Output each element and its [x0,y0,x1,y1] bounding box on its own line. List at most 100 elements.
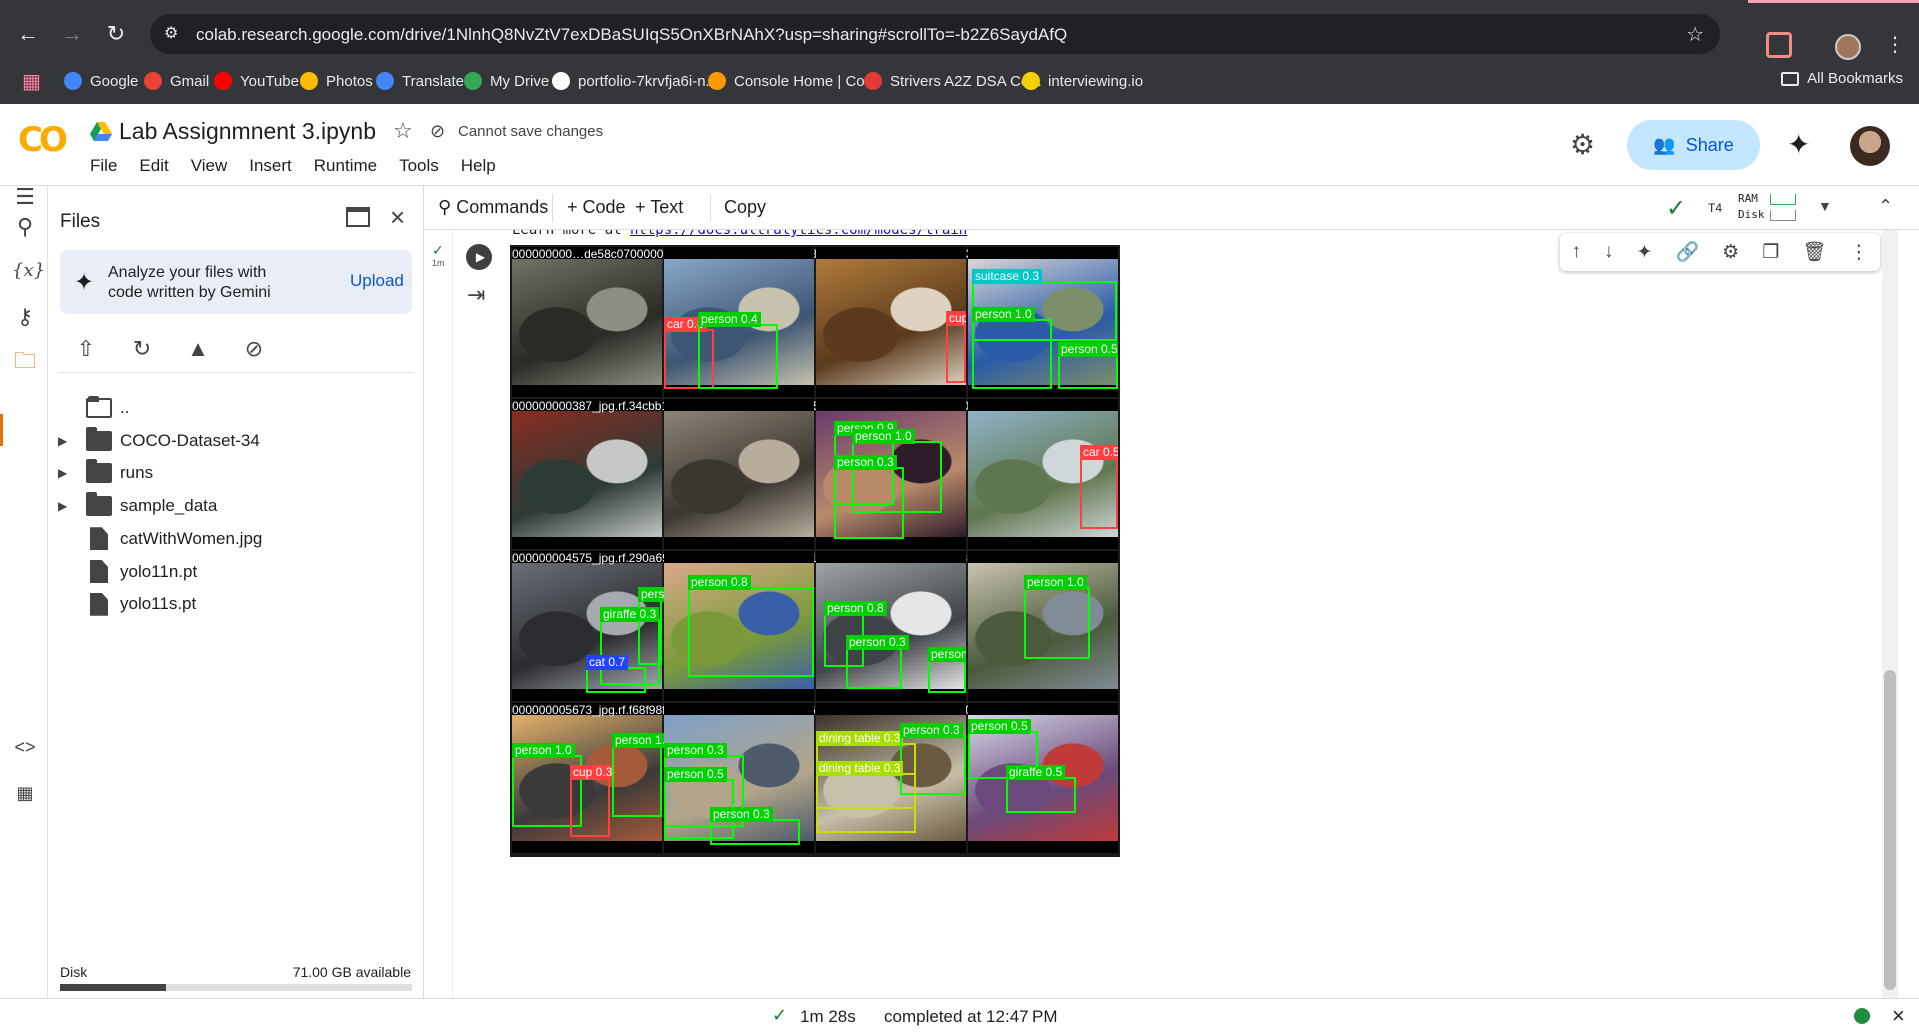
bookmark-star-icon[interactable]: ☆ [1686,22,1704,47]
move-up-icon[interactable]: ↑ [1572,241,1582,263]
variables-icon[interactable]: {x} [12,258,45,284]
cell-settings-icon[interactable]: ⚙ [1722,241,1739,264]
forward-arrow-icon[interactable]: → [56,18,88,50]
files-folder-icon[interactable]: 🗀 [12,348,38,374]
bookmark-9[interactable]: interviewing.io [1022,70,1143,92]
site-info-icon[interactable]: ⚙ [164,23,178,43]
file-tree-item[interactable]: ▶ COCO-Dataset-34 [48,423,424,459]
expand-caret-icon[interactable]: ▶ [58,466,67,480]
expand-caret-icon[interactable]: ▶ [58,434,67,448]
add-code-button[interactable]: + Code [567,197,626,218]
chrome-menu-icon[interactable]: ⋮ [1885,32,1905,57]
close-status-icon[interactable]: × [1892,1003,1905,1029]
bookmark-8[interactable]: Strivers A2Z DSA Co... [864,70,1042,92]
find-replace-icon[interactable]: ⚲ [12,214,38,240]
more-options-icon[interactable]: ⋮ [1849,241,1868,264]
menu-insert[interactable]: Insert [249,156,292,176]
colab-logo[interactable]: CO [18,120,68,160]
back-arrow-icon[interactable]: ← [12,18,44,50]
collapse-header-icon[interactable]: ⌃ [1878,196,1893,217]
commands-button[interactable]: ⚲ Commands [438,197,548,218]
file-tree-item[interactable]: yolo11s.pt [48,586,424,622]
link-icon[interactable]: 🔗 [1675,240,1699,264]
bookmark-5[interactable]: My Drive [464,70,549,92]
notebook-scrollbar[interactable] [1882,230,1898,998]
drive-icon[interactable] [90,122,112,142]
bookmark-3[interactable]: Photos [300,70,373,92]
mosaic-tile: person 0.8 person 0.3 person 0.3 [816,551,966,701]
file-tree-item[interactable]: ▶ runs [48,455,424,491]
bookmark-favicon-icon [708,72,726,90]
user-avatar[interactable] [1850,126,1890,166]
star-notebook-icon[interactable]: ☆ [393,118,413,144]
menu-tools[interactable]: Tools [399,156,439,176]
chrome-profile-avatar[interactable] [1835,34,1861,60]
terminal-icon[interactable]: ▦ [12,780,38,806]
secrets-key-icon[interactable]: ⚷ [12,304,38,330]
settings-gear-icon[interactable]: ⚙ [1570,128,1595,161]
menu-edit[interactable]: Edit [139,156,168,176]
copy-to-drive-button[interactable]: Copy [724,197,766,218]
colab-header: CO Lab Assignmnent 3.ipynb ☆ ⊘ Cannot sa… [0,104,1919,186]
bookmark-6[interactable]: portfolio-7krvfja6i-n... [552,70,718,92]
add-text-button[interactable]: + Text [635,197,683,218]
run-cell-button[interactable]: ▶ [466,244,492,270]
menu-help[interactable]: Help [461,156,496,176]
expand-caret-icon[interactable]: ▶ [58,499,67,513]
menu-file[interactable]: File [90,156,117,176]
bookmark-favicon-icon [552,72,570,90]
file-icon [90,527,108,551]
detection-label: person 1.0 [972,307,1035,322]
address-bar[interactable]: ⚙ colab.research.google.com/drive/1NlnhQ… [150,14,1720,54]
disk-label: Disk [60,964,88,980]
file-tree-item[interactable]: .. [48,390,424,426]
file-tree-item[interactable]: ▶ sample_data [48,488,424,524]
upload-file-icon[interactable]: ⇧ [72,336,100,362]
bookmark-1[interactable]: Gmail [144,70,209,92]
bookmark-4[interactable]: Translate [376,70,464,92]
file-tree-item[interactable]: catWithWomen.jpg [48,521,424,557]
detection-label: suitcase 0.3 [972,269,1043,284]
completed-time[interactable]: completed at 12:47 PM [884,1007,1058,1027]
close-icon[interactable]: × [390,202,405,233]
delete-icon[interactable]: 🗑 [1802,240,1826,264]
mirror-cell-icon[interactable]: ❐ [1762,241,1779,264]
gpu-type[interactable]: T4 [1708,201,1722,215]
output-actions-icon[interactable]: ⇥ [467,282,485,308]
detection-box [846,647,902,689]
open-in-tab-icon[interactable] [346,207,370,227]
bookmark-7[interactable]: Console Home | Co... [708,70,877,92]
gemini-sparkle-icon[interactable]: ✦ [1787,128,1810,161]
menu-runtime[interactable]: Runtime [314,156,377,176]
reload-icon[interactable]: ↻ [100,18,132,50]
bookmarks-bar: ▦ Google Gmail YouTube Photos Translate My Dr… [0,62,1919,98]
share-button[interactable]: 👥 Share [1627,120,1760,170]
file-name: yolo11n.pt [120,561,198,581]
move-down-icon[interactable]: ↓ [1604,241,1614,263]
table-of-contents-icon[interactable]: ☰ [12,184,38,210]
refresh-icon[interactable]: ↻ [128,336,156,362]
apps-grid-icon[interactable]: ▦ [22,72,42,92]
bookmark-2[interactable]: YouTube [214,70,299,92]
bookmark-0[interactable]: Google [64,70,138,92]
cannot-save-status[interactable]: Cannot save changes [458,123,603,140]
resources-dropdown-icon[interactable]: ▼ [1818,198,1832,214]
docs-link[interactable]: https://docs.ultralytics.com/modes/train [630,230,967,238]
all-bookmarks-button[interactable]: All Bookmarks [1781,70,1903,87]
disk-usage-mini-bar[interactable] [1770,210,1796,221]
gemini-sparkle-icon[interactable]: ✦ [1637,241,1653,264]
file-tree-item[interactable]: yolo11n.pt [48,554,424,590]
ram-usage-bar[interactable] [1770,194,1796,205]
mosaic-tile: person 0.5 giraffe 0.5 [968,703,1118,853]
connected-check-icon[interactable]: ✓ [1666,194,1686,223]
mount-drive-icon[interactable]: ▲ [184,336,212,362]
menu-view[interactable]: View [191,156,228,176]
execution-duration[interactable]: 1m 28s [800,1007,856,1027]
notebook-title[interactable]: Lab Assignmnent 3.ipynb [119,118,376,145]
code-snippets-icon[interactable]: <> [12,734,38,760]
upload-button[interactable]: Upload [350,271,404,291]
extension-icon[interactable] [1766,32,1792,58]
hide-files-icon[interactable]: ⊘ [240,336,268,362]
scrollbar-thumb[interactable] [1884,670,1896,990]
connection-status-dot[interactable] [1854,1008,1870,1024]
